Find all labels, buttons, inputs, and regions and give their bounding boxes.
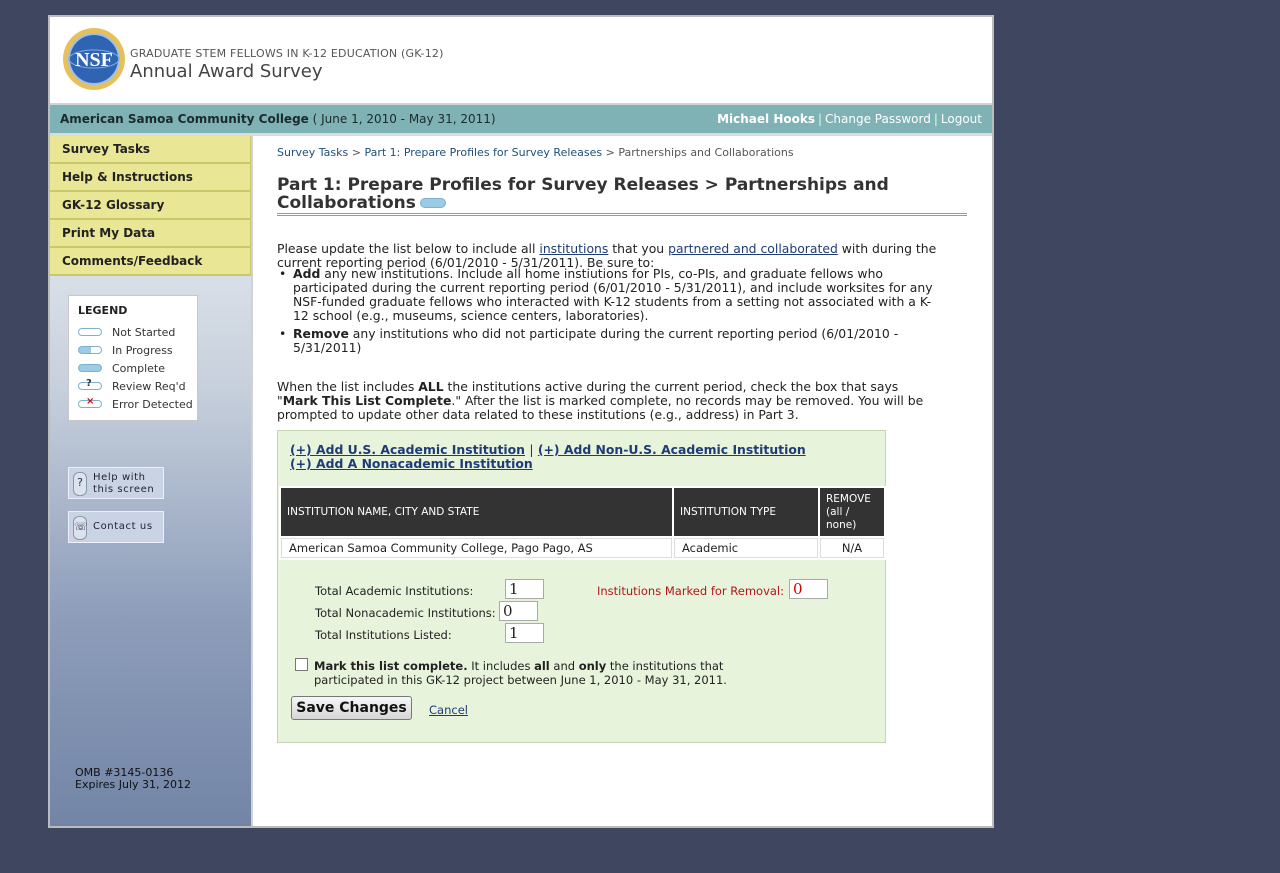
col-remove: REMOVE (all / none) [820,488,884,536]
nav-survey-tasks[interactable]: Survey Tasks [50,136,251,164]
breadcrumb-part1[interactable]: Part 1: Prepare Profiles for Survey Rele… [364,146,602,159]
cell-remove: N/A [820,538,884,558]
reporting-period: ( June 1, 2010 - May 31, 2011) [312,112,496,126]
logout-link[interactable]: Logout [941,112,982,126]
main-content: Survey Tasks > Part 1: Prepare Profiles … [253,136,992,826]
legend-in-progress: In Progress [78,341,197,359]
error-icon: × [78,397,102,408]
breadcrumb-current: Partnerships and Collaborations [618,146,794,159]
legend-not-started: Not Started [78,323,197,341]
nav-help-instructions[interactable]: Help & Instructions [50,164,251,192]
save-changes-button[interactable]: Save Changes [291,696,412,720]
add-us-academic-link[interactable]: (+) Add U.S. Academic Institution [290,442,525,457]
legend-complete: Complete [78,359,197,377]
remove-all-link[interactable]: all [830,506,842,518]
breadcrumb: Survey Tasks > Part 1: Prepare Profiles … [277,146,794,159]
omb-info: OMB #3145-0136 Expires July 31, 2012 [75,767,191,791]
institution-name: American Samoa Community College [60,112,309,126]
list-item: Add any new institutions. Include all ho… [279,267,943,323]
total-academic-label: Total Academic Institutions: [315,584,474,598]
omb-expiration: Expires July 31, 2012 [75,778,192,791]
user-menu: Michael Hooks | Change Password | Logout [717,112,982,126]
institutions-link[interactable]: institutions [539,241,608,256]
complete-icon [78,364,102,372]
app-frame: NSF GRADUATE STEM FELLOWS IN K-12 EDUCAT… [48,15,994,828]
mark-complete-label: Mark this list complete. It includes all… [314,659,727,687]
nav-print-my-data[interactable]: Print My Data [50,220,251,248]
sidebar: Survey Tasks Help & Instructions GK-12 G… [50,136,253,826]
question-icon: ? [73,472,87,496]
help-screen-button[interactable]: ? Help with this screen [68,467,164,499]
total-nonacademic-label: Total Nonacademic Institutions: [315,606,496,620]
cancel-link[interactable]: Cancel [429,703,468,717]
table-header-row: INSTITUTION NAME, CITY AND STATE INSTITU… [281,488,884,536]
change-password-link[interactable]: Change Password [825,112,931,126]
col-institution-type: INSTITUTION TYPE [674,488,818,536]
svg-text:NSF: NSF [75,49,113,71]
add-non-us-academic-link[interactable]: (+) Add Non-U.S. Academic Institution [538,442,806,457]
mark-complete-checkbox[interactable] [295,658,308,671]
partnered-link[interactable]: partnered and collaborated [668,241,838,256]
legend-review: ? Review Req'd [78,377,197,395]
legend-error: × Error Detected [78,395,197,413]
total-listed-label: Total Institutions Listed: [315,628,452,642]
instruction-list: Add any new institutions. Include all ho… [279,267,943,359]
cell-institution-name: American Samoa Community College, Pago P… [281,538,672,558]
cell-institution-type: Academic [674,538,818,558]
removal-label: Institutions Marked for Removal: [597,584,785,598]
status-complete-icon [419,198,446,208]
user-name: Michael Hooks [717,112,815,126]
total-nonacademic-value: 0 [499,601,538,621]
removal-value: 0 [789,579,828,599]
col-institution-name: INSTITUTION NAME, CITY AND STATE [281,488,672,536]
institutions-table: INSTITUTION NAME, CITY AND STATE INSTITU… [279,486,886,560]
list-item: Remove any institutions who did not part… [279,327,943,355]
header: NSF GRADUATE STEM FELLOWS IN K-12 EDUCAT… [50,17,992,105]
page-title: Part 1: Prepare Profiles for Survey Rele… [277,176,967,216]
contact-us-button[interactable]: ☏ Contact us [68,511,164,543]
add-links: (+) Add U.S. Academic Institution | (+) … [290,442,806,471]
nav-comments-feedback[interactable]: Comments/Feedback [50,248,251,276]
legend: LEGEND Not Started In Progress Complete … [68,295,198,421]
table-row[interactable]: American Samoa Community College, Pago P… [281,538,884,558]
remove-none-link[interactable]: none [826,519,852,531]
breadcrumb-survey-tasks[interactable]: Survey Tasks [277,146,348,159]
program-name: GRADUATE STEM FELLOWS IN K-12 EDUCATION … [130,47,444,60]
phone-icon: ☏ [73,516,88,540]
review-required-icon: ? [78,379,102,390]
nsf-logo: NSF [63,28,125,90]
institutions-panel: (+) Add U.S. Academic Institution | (+) … [277,430,886,743]
institution-info: American Samoa Community College ( June … [60,112,496,126]
app-title: Annual Award Survey [130,61,323,82]
nav-glossary[interactable]: GK-12 Glossary [50,192,251,220]
total-academic-value: 1 [505,579,544,599]
total-listed-value: 1 [505,623,544,643]
add-nonacademic-link[interactable]: (+) Add A Nonacademic Institution [290,456,533,471]
in-progress-icon [78,346,102,354]
institution-bar: American Samoa Community College ( June … [50,105,992,136]
legend-title: LEGEND [78,304,128,317]
complete-note: When the list includes ALL the instituti… [277,379,924,422]
not-started-icon [78,328,102,336]
